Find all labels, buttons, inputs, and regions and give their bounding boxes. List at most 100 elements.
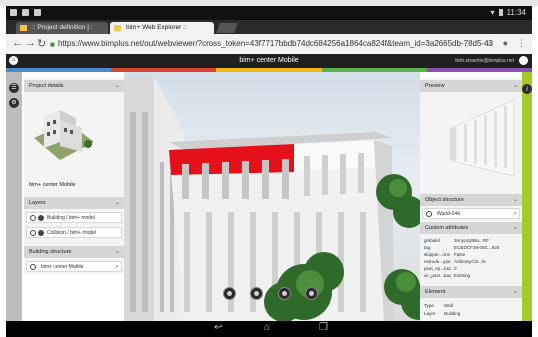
tab-label: :: Project definition | : bbox=[32, 24, 93, 31]
project-thumbnail bbox=[34, 110, 94, 160]
project-name: bim+ center Mobile bbox=[29, 182, 76, 188]
attribute-value: ArbitraryClo...le bbox=[454, 259, 486, 264]
rotate-icon[interactable] bbox=[223, 287, 236, 300]
left-panel: Project details ⌄ bim+ center Mobile Lay… bbox=[24, 78, 124, 274]
wifi-icon: ▾ bbox=[490, 8, 495, 17]
element-key: Layer bbox=[424, 311, 436, 316]
element-key: Type bbox=[424, 303, 434, 308]
structure-item[interactable]: bim+ center Mobile › bbox=[26, 261, 122, 272]
user-account[interactable]: felix.straehle@bimplus.net bbox=[455, 58, 514, 64]
app-header: ⌂ bim+ center Mobile felix.straehle@bimp… bbox=[6, 54, 532, 68]
android-nav-bar: ↩ ⌂ ❒ bbox=[6, 321, 532, 337]
attribute-value: Existing bbox=[454, 273, 471, 278]
attribute-value: False bbox=[454, 252, 466, 257]
object-item[interactable]: Wand-044 › bbox=[422, 208, 520, 219]
eye-icon[interactable] bbox=[30, 230, 36, 236]
layer-label: Building / bim+ model bbox=[47, 215, 95, 221]
custom-attributes-title: Custom attributes bbox=[425, 225, 469, 231]
structure-label: bim+ center Mobile bbox=[41, 264, 84, 270]
home-nav-icon[interactable]: ⌂ bbox=[264, 322, 270, 333]
project-details-header[interactable]: Project details ⌄ bbox=[24, 80, 124, 92]
attribute-key: skipper...ons bbox=[424, 252, 450, 257]
attribute-key: extrude...ype bbox=[424, 259, 451, 264]
attribute-row: globalid 3nnyo2y59u...RF bbox=[424, 238, 489, 243]
attribute-row: skipper...ons False bbox=[424, 252, 465, 257]
left-rail: ☰ ⚙ bbox=[6, 72, 22, 321]
back-arrow-icon[interactable]: ← bbox=[12, 37, 23, 49]
download-icon bbox=[34, 9, 41, 16]
chevron-right-icon: › bbox=[116, 264, 118, 270]
chevron-down-icon: ⌄ bbox=[512, 225, 518, 231]
lock-icon: ■ bbox=[50, 40, 55, 49]
forward-arrow-icon[interactable]: → bbox=[25, 37, 36, 49]
settings-gear-icon[interactable]: ⚙ bbox=[9, 98, 19, 108]
layers-header[interactable]: Layers ⌄ bbox=[24, 197, 124, 209]
microphone-icon[interactable]: ● bbox=[503, 38, 508, 49]
tab-label: bim+ Web Explorer :: bbox=[126, 24, 187, 31]
3d-viewport[interactable] bbox=[124, 72, 420, 321]
gallery-icon bbox=[22, 9, 29, 16]
preview-header[interactable]: Preview ⌄ bbox=[420, 80, 522, 92]
chevron-right-icon: › bbox=[514, 211, 516, 217]
info-icon[interactable]: i bbox=[522, 84, 532, 94]
building-structure-header[interactable]: Building structure ⌄ bbox=[24, 246, 124, 258]
custom-attributes-header[interactable]: Custom attributes ⌄ bbox=[420, 222, 522, 234]
settings-icon[interactable] bbox=[519, 56, 528, 65]
layer-item[interactable]: Collision / bim+ model bbox=[26, 227, 122, 238]
new-tab-button[interactable] bbox=[216, 23, 238, 33]
battery-icon bbox=[498, 9, 503, 16]
preview-image bbox=[450, 99, 515, 177]
object-structure-header[interactable]: Object structure ⌄ bbox=[420, 194, 522, 206]
building-structure-title: Building structure bbox=[29, 249, 72, 255]
preview-title: Preview bbox=[425, 83, 445, 89]
tab-bim-web-explorer[interactable]: bim+ Web Explorer :: bbox=[110, 22, 214, 34]
visibility-toggle-icon[interactable] bbox=[38, 215, 44, 221]
star-icon[interactable]: ☆ bbox=[485, 38, 493, 49]
status-time: 11:34 bbox=[506, 8, 526, 17]
eye-icon[interactable] bbox=[30, 215, 36, 221]
url-field[interactable]: https://www.bimplus.net/out/webviewer/?c… bbox=[58, 39, 493, 48]
recents-nav-icon[interactable]: ❒ bbox=[319, 322, 328, 333]
right-rail: i bbox=[522, 72, 532, 321]
attribute-value: ECBDCF38-08C...925 bbox=[454, 245, 500, 250]
object-label: Wand-044 bbox=[437, 211, 460, 217]
pan-icon[interactable] bbox=[250, 287, 263, 300]
layers-title: Layers bbox=[29, 200, 46, 206]
tab-project-definition[interactable]: :: Project definition | : bbox=[16, 22, 108, 34]
chevron-down-icon: ⌄ bbox=[114, 249, 120, 255]
element-header[interactable]: Element ⌄ bbox=[420, 286, 522, 298]
visibility-toggle-icon[interactable] bbox=[38, 230, 44, 236]
back-nav-icon[interactable]: ↩ bbox=[214, 322, 222, 333]
layer-item[interactable]: Building / bim+ model bbox=[26, 212, 122, 223]
zoom-icon[interactable] bbox=[278, 287, 291, 300]
layer-label: Collision / bim+ model bbox=[47, 230, 97, 236]
notification-icon bbox=[10, 9, 17, 16]
reset-view-icon[interactable] bbox=[305, 287, 318, 300]
object-structure-title: Object structure bbox=[425, 197, 464, 203]
chevron-down-icon: ⌄ bbox=[114, 200, 120, 206]
right-panel: Preview ⌄ Object structure ⌄ Wand-044 › … bbox=[420, 78, 522, 321]
address-bar: ← → ↻ ■ https://www.bimplus.net/out/webv… bbox=[6, 34, 532, 55]
attribute-row: ac_pset...bac Existing bbox=[424, 273, 470, 278]
chevron-down-icon: ⌄ bbox=[114, 83, 120, 89]
element-row: Layer Building bbox=[424, 311, 460, 316]
attribute-row: pset_ep...bsc 0 bbox=[424, 266, 457, 271]
eye-icon[interactable] bbox=[426, 211, 432, 217]
building-model bbox=[124, 77, 420, 321]
element-row: Type Wall bbox=[424, 303, 453, 308]
eye-icon[interactable] bbox=[30, 264, 36, 270]
attribute-key: globalid bbox=[424, 238, 440, 243]
layers-toggle-icon[interactable]: ☰ bbox=[9, 83, 19, 93]
attribute-key: ac_pset...bac bbox=[424, 273, 452, 278]
tab-favicon-icon bbox=[114, 25, 121, 31]
app-title: bim+ center Mobile bbox=[239, 57, 299, 64]
chevron-down-icon: ⌄ bbox=[512, 289, 518, 295]
reload-icon[interactable]: ↻ bbox=[37, 37, 46, 50]
menu-icon[interactable]: ⋮ bbox=[517, 38, 526, 49]
attribute-key: pset_ep...bsc bbox=[424, 266, 452, 271]
attribute-key: tag bbox=[424, 245, 431, 250]
element-value: Wall bbox=[444, 303, 453, 308]
chevron-down-icon: ⌄ bbox=[512, 83, 518, 89]
status-bar: ▾ 11:34 bbox=[6, 6, 532, 20]
chevron-down-icon: ⌄ bbox=[512, 197, 518, 203]
